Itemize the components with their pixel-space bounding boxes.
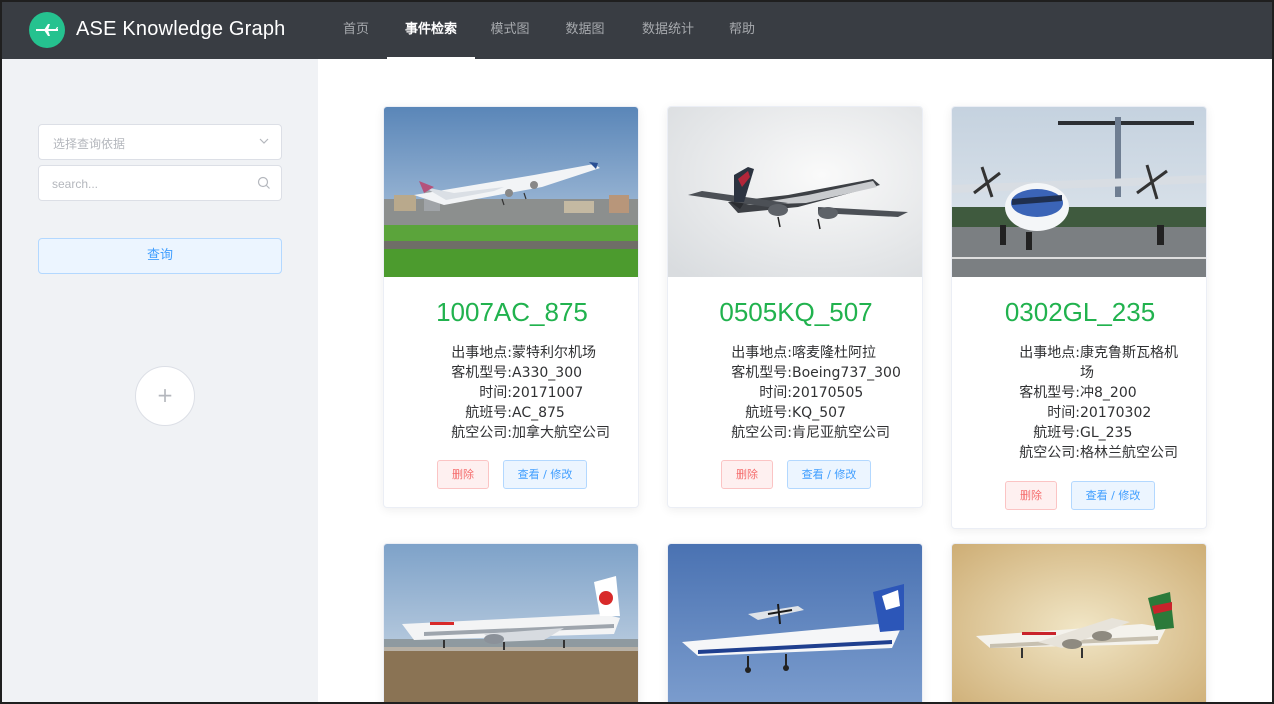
- delete-button[interactable]: 删除: [1005, 481, 1057, 510]
- event-card: 1007AC_875 出事地点: 蒙特利尔机场 客机型号: A330_300 时间:…: [383, 106, 639, 508]
- aircraft-photo: [384, 544, 638, 702]
- info-airline: 航空公司: 肯尼亚航空公司: [731, 425, 890, 441]
- airplane-icon[interactable]: [29, 12, 65, 48]
- event-id: 0505KQ_507: [719, 297, 873, 327]
- aircraft-photo: [952, 544, 1206, 702]
- results-panel: 1007AC_875 出事地点: 蒙特利尔机场 客机型号: A330_300 时间:…: [318, 59, 1272, 702]
- aircraft-photo: [668, 107, 922, 277]
- add-button[interactable]: +: [135, 366, 195, 426]
- event-info: 出事地点: 康克鲁斯瓦格机场 客机型号: 冲8_200 时间: 20170302 航班…: [952, 343, 1206, 463]
- event-card: [667, 543, 923, 702]
- sidebar: 选择查询依据 查询 +: [2, 59, 318, 702]
- search-input[interactable]: [52, 174, 252, 194]
- delete-button[interactable]: 删除: [721, 460, 773, 489]
- view-edit-button[interactable]: 查看 / 修改: [503, 460, 587, 489]
- info-airline: 航空公司: 格林兰航空公司: [1019, 445, 1178, 461]
- event-info: 出事地点: 蒙特利尔机场 客机型号: A330_300 时间: 20171007 航班…: [384, 343, 638, 443]
- event-card: [383, 543, 639, 702]
- info-location: 出事地点: 喀麦隆杜阿拉: [731, 345, 876, 361]
- query-basis-select[interactable]: 选择查询依据: [38, 124, 282, 160]
- app-window: ASE Knowledge Graph 首页 事件检索 模式图 数据图 数据统计…: [0, 0, 1274, 704]
- info-location: 出事地点: 蒙特利尔机场: [451, 345, 596, 361]
- search-field[interactable]: [38, 165, 282, 201]
- view-edit-button[interactable]: 查看 / 修改: [1071, 481, 1155, 510]
- event-card: [951, 543, 1207, 702]
- info-time: 时间: 20170302: [1047, 405, 1152, 421]
- nav-data-graph[interactable]: 数据图: [560, 2, 610, 59]
- nav-event-search[interactable]: 事件检索: [387, 2, 475, 59]
- chevron-down-icon: [259, 138, 269, 144]
- view-edit-button[interactable]: 查看 / 修改: [787, 460, 871, 489]
- aircraft-photo: [952, 107, 1206, 277]
- query-button[interactable]: 查询: [38, 238, 282, 274]
- info-airline: 航空公司: 加拿大航空公司: [451, 425, 610, 441]
- info-model: 客机型号: Boeing737_300: [731, 365, 901, 381]
- top-navbar: ASE Knowledge Graph 首页 事件检索 模式图 数据图 数据统计…: [2, 2, 1272, 59]
- info-flight: 航班号: KQ_507: [745, 405, 846, 421]
- info-time: 时间: 20171007: [479, 385, 584, 401]
- event-card: 0302GL_235 出事地点: 康克鲁斯瓦格机场 客机型号: 冲8_200 时间:…: [951, 106, 1207, 529]
- info-model: 客机型号: A330_300: [451, 365, 583, 381]
- aircraft-photo: [384, 107, 638, 277]
- search-icon[interactable]: [257, 176, 271, 190]
- event-id: 0302GL_235: [1004, 297, 1156, 327]
- info-model: 客机型号: 冲8_200: [1019, 385, 1137, 401]
- nav-help[interactable]: 帮助: [724, 2, 760, 59]
- event-info: 出事地点: 喀麦隆杜阿拉 客机型号: Boeing737_300 时间: 201705…: [668, 343, 922, 443]
- nav-home[interactable]: 首页: [338, 2, 374, 59]
- select-placeholder: 选择查询依据: [53, 137, 126, 151]
- info-flight: 航班号: GL_235: [1033, 425, 1133, 441]
- event-card: 0505KQ_507 出事地点: 喀麦隆杜阿拉 客机型号: Boeing737_30…: [667, 106, 923, 508]
- info-flight: 航班号: AC_875: [465, 405, 565, 421]
- info-location: 出事地点: 康克鲁斯瓦格机场: [1019, 345, 1178, 381]
- info-time: 时间: 20170505: [759, 385, 864, 401]
- aircraft-photo: [668, 544, 922, 702]
- nav-data-statistics[interactable]: 数据统计: [636, 2, 700, 59]
- event-id: 1007AC_875: [436, 297, 588, 327]
- delete-button[interactable]: 删除: [437, 460, 489, 489]
- nav-schema-graph[interactable]: 模式图: [485, 2, 535, 59]
- app-title[interactable]: ASE Knowledge Graph: [76, 18, 285, 41]
